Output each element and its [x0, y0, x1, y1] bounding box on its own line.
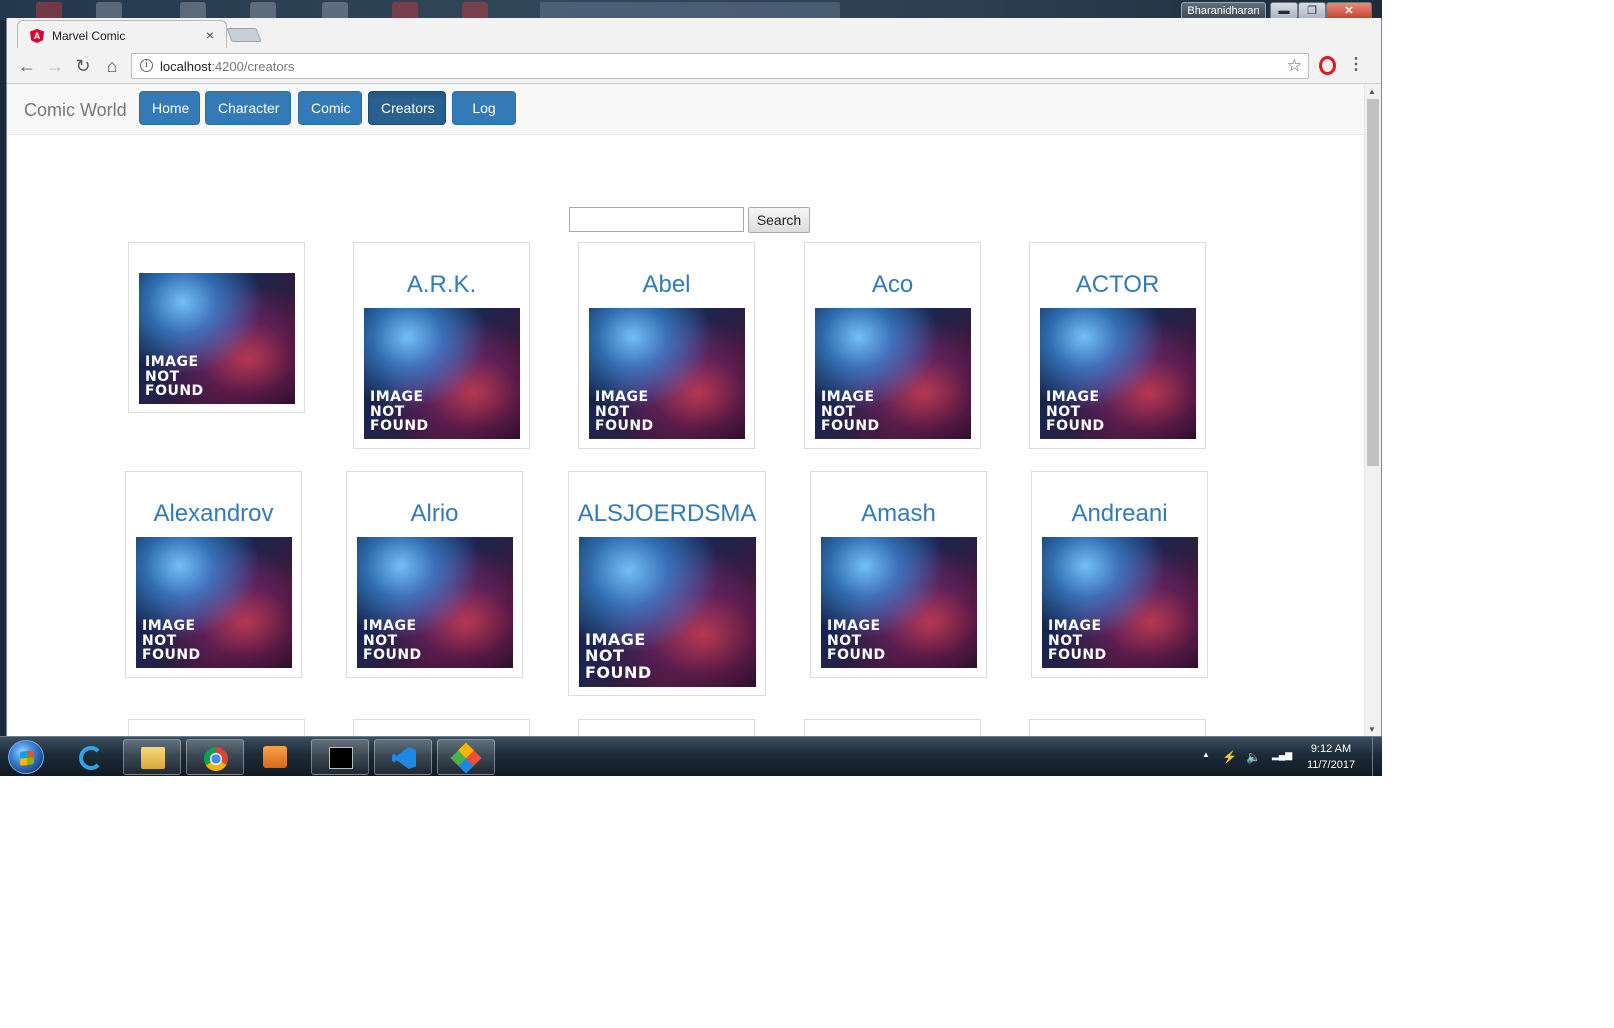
search-input[interactable]: [569, 207, 744, 232]
creator-name[interactable]: Abel: [579, 271, 754, 299]
tray-network-icon[interactable]: ▂▄▆: [1272, 750, 1292, 761]
page-viewport: Comic World Home Character Comic Creator…: [8, 85, 1364, 738]
git-icon: [450, 742, 482, 774]
creator-image-placeholder: IMAGE NOT FOUND: [579, 537, 756, 687]
home-icon[interactable]: ⌂: [100, 55, 124, 77]
creator-card[interactable]: Amash IMAGE NOT FOUND: [810, 471, 987, 678]
tray-show-hidden-icon[interactable]: ▲: [1202, 750, 1210, 759]
browser-toolbar: ← → ↻ ⌂ i localhost:4200/creators ☆ ⋮: [7, 48, 1381, 84]
creator-card[interactable]: ACTOR IMAGE NOT FOUND: [1029, 242, 1206, 449]
browser-window: A Marvel Comic × ← → ↻ ⌂ i localhost:420…: [6, 18, 1382, 738]
address-bar[interactable]: i localhost:4200/creators ☆: [131, 53, 1309, 79]
taskbar-file-explorer[interactable]: [123, 739, 181, 775]
media-player-icon: [263, 746, 287, 768]
nav-home-button[interactable]: Home: [139, 91, 200, 125]
image-not-found-label: IMAGE NOT FOUND: [821, 388, 880, 435]
scroll-up-arrow-icon[interactable]: ▲: [1368, 87, 1376, 96]
url-host: localhost: [160, 59, 212, 74]
creator-image-placeholder: IMAGE NOT FOUND: [589, 308, 745, 439]
image-not-found-label: IMAGE NOT FOUND: [827, 617, 886, 664]
tab-close-icon[interactable]: ×: [202, 27, 218, 43]
site-info-icon[interactable]: i: [140, 59, 153, 72]
creator-card[interactable]: A.R.K. IMAGE NOT FOUND: [353, 242, 530, 449]
creator-card[interactable]: Andreani IMAGE NOT FOUND: [1031, 471, 1208, 678]
tray-power-icon[interactable]: ⚡: [1222, 750, 1237, 764]
start-button[interactable]: [8, 740, 44, 774]
bookmark-star-icon[interactable]: ☆: [1287, 56, 1302, 76]
taskbar-command-prompt[interactable]: [311, 739, 369, 775]
back-arrow-icon[interactable]: ←: [15, 55, 39, 77]
image-not-found-label: IMAGE NOT FOUND: [142, 617, 201, 664]
creator-name[interactable]: ALSJOERDSMA: [569, 500, 765, 528]
image-not-found-label: IMAGE NOT FOUND: [1046, 388, 1105, 435]
command-prompt-icon: [329, 747, 353, 769]
url-path: :4200/creators: [211, 59, 295, 74]
windows-logo-icon: [20, 750, 34, 766]
creator-name[interactable]: Alrio: [347, 500, 522, 528]
creator-card[interactable]: Alexandrov IMAGE NOT FOUND: [125, 471, 302, 678]
nav-comic-button[interactable]: Comic: [298, 91, 362, 125]
image-not-found-label: IMAGE NOT FOUND: [585, 629, 652, 683]
creator-image-placeholder: IMAGE NOT FOUND: [815, 308, 971, 439]
search-button[interactable]: Search: [748, 207, 810, 233]
scrollbar-thumb[interactable]: [1367, 99, 1379, 466]
nav-creators-button[interactable]: Creators: [368, 91, 446, 125]
navbar-brand[interactable]: Comic World: [24, 100, 127, 121]
page-scrollbar[interactable]: ▲ ▼: [1364, 85, 1381, 738]
creator-card[interactable]: Aco IMAGE NOT FOUND: [804, 242, 981, 449]
creator-image-placeholder: IMAGE NOT FOUND: [1040, 308, 1196, 439]
site-navbar: Comic World Home Character Comic Creator…: [8, 85, 1364, 148]
windows-taskbar: ▲ ⚡ 🔈 ▂▄▆ 9:12 AM 11/7/2017: [0, 736, 1382, 776]
image-not-found-label: IMAGE NOT FOUND: [363, 617, 422, 664]
taskbar-internet-explorer[interactable]: [62, 739, 120, 775]
taskbar-chrome[interactable]: [186, 739, 244, 775]
creator-image-placeholder: IMAGE NOT FOUND: [139, 273, 295, 404]
creator-name[interactable]: ACTOR: [1030, 271, 1205, 299]
reload-icon[interactable]: ↻: [71, 55, 95, 77]
forward-arrow-icon[interactable]: →: [43, 55, 67, 77]
image-not-found-label: IMAGE NOT FOUND: [370, 388, 429, 435]
creator-image-placeholder: IMAGE NOT FOUND: [136, 537, 292, 668]
taskbar-media-player[interactable]: [246, 739, 304, 775]
opera-extension-icon[interactable]: [1319, 56, 1336, 75]
nav-login-button[interactable]: Log In: [452, 91, 516, 148]
creator-card[interactable]: Alrio IMAGE NOT FOUND: [346, 471, 523, 678]
taskbar-visual-studio-code[interactable]: [374, 739, 432, 775]
nav-character-button[interactable]: Character: [205, 91, 291, 125]
folder-icon: [141, 747, 165, 769]
creator-image-placeholder: IMAGE NOT FOUND: [357, 537, 513, 668]
image-not-found-label: IMAGE NOT FOUND: [1048, 617, 1107, 664]
url-text: localhost:4200/creators: [160, 59, 294, 74]
creator-card[interactable]: ALSJOERDSMA IMAGE NOT FOUND: [568, 471, 766, 696]
new-tab-button[interactable]: [226, 28, 262, 42]
browser-menu-icon[interactable]: ⋮: [1348, 54, 1364, 74]
chrome-icon: [204, 747, 228, 771]
scroll-down-arrow-icon[interactable]: ▼: [1368, 725, 1376, 734]
creator-image-placeholder: IMAGE NOT FOUND: [364, 308, 520, 439]
tray-volume-icon[interactable]: 🔈: [1246, 750, 1261, 764]
tab-strip: A Marvel Comic ×: [7, 18, 1381, 50]
internet-explorer-icon: [79, 746, 103, 770]
tab-title: Marvel Comic: [52, 29, 126, 43]
creator-image-placeholder: IMAGE NOT FOUND: [821, 537, 977, 668]
image-not-found-label: IMAGE NOT FOUND: [145, 353, 204, 400]
image-not-found-label: IMAGE NOT FOUND: [595, 388, 654, 435]
visual-studio-code-icon: [392, 747, 416, 769]
clock-date[interactable]: 11/7/2017: [1300, 759, 1362, 771]
show-desktop-button[interactable]: [1372, 737, 1382, 776]
creator-card[interactable]: Abel IMAGE NOT FOUND: [578, 242, 755, 449]
desktop-screen: Bharanidharan ▬ ❐ ✕ A Marvel Comic × ← →…: [0, 0, 1382, 776]
tab-marvel-comic[interactable]: A Marvel Comic ×: [17, 20, 227, 50]
angular-favicon-icon: A: [30, 29, 44, 43]
creator-name[interactable]: Alexandrov: [126, 500, 301, 528]
creator-name[interactable]: Amash: [811, 500, 986, 528]
creator-name[interactable]: Aco: [805, 271, 980, 299]
creator-card[interactable]: IMAGE NOT FOUND: [128, 242, 305, 413]
creator-name[interactable]: A.R.K.: [354, 271, 529, 299]
creator-name[interactable]: Andreani: [1032, 500, 1207, 528]
desktop-background-strip: [0, 0, 1382, 20]
creator-image-placeholder: IMAGE NOT FOUND: [1042, 537, 1198, 668]
clock-time[interactable]: 9:12 AM: [1300, 743, 1362, 755]
taskbar-git[interactable]: [437, 739, 495, 775]
